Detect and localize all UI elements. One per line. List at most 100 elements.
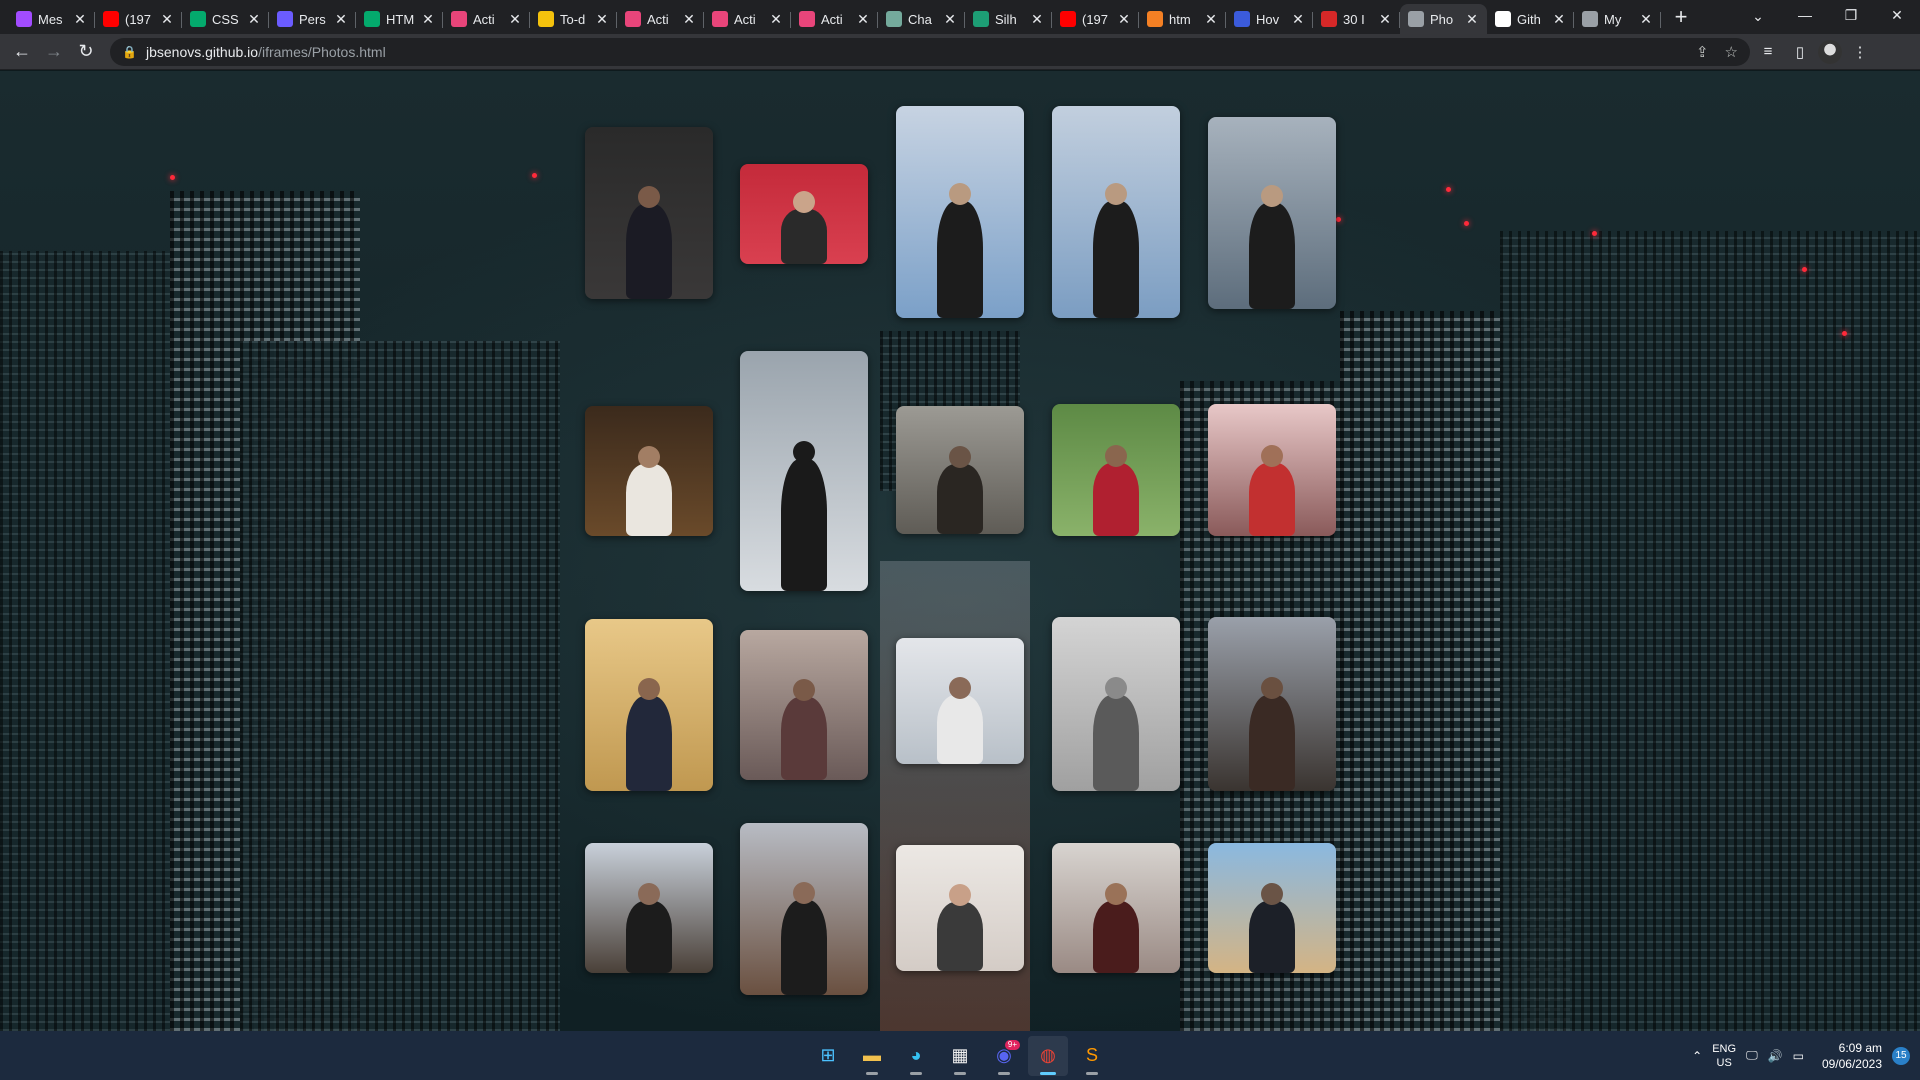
photo-tree-canopy[interactable] <box>1208 617 1336 791</box>
tab-close-icon[interactable]: ✕ <box>508 12 522 26</box>
new-tab-button[interactable]: + <box>1667 4 1695 32</box>
browser-tab[interactable]: (197 ✕ <box>1052 4 1139 34</box>
reading-list-icon[interactable]: ≡ <box>1754 38 1782 66</box>
tab-close-icon[interactable]: ✕ <box>769 12 783 26</box>
notification-count-badge[interactable]: 15 <box>1892 1046 1910 1065</box>
tab-close-icon[interactable]: ✕ <box>1204 12 1218 26</box>
network-icon[interactable]: 🖵 <box>1746 1048 1758 1063</box>
tab-close-icon[interactable]: ✕ <box>334 12 348 26</box>
photo-tree-night[interactable] <box>585 406 713 536</box>
browser-tab[interactable]: CSS ✕ <box>182 4 269 34</box>
file-explorer-app[interactable]: ▬ <box>852 1036 892 1076</box>
browser-tab[interactable]: Pers ✕ <box>269 4 356 34</box>
chrome-app[interactable]: ◍ <box>1028 1035 1068 1076</box>
browser-tab[interactable]: Acti ✕ <box>443 4 530 34</box>
windows-taskbar: ⊞ ▬ ◕ ▦ ◉ 9+ ◍ S ⌃ ENG US 🖵 🔊 ▭ 6:09 am 09/06/2… <box>0 1031 1920 1080</box>
volume-icon[interactable]: 🔊 <box>1768 1049 1783 1063</box>
browser-tab[interactable]: (197 ✕ <box>95 4 182 34</box>
photo-motorbike[interactable] <box>1208 843 1336 973</box>
restore-button[interactable]: ❐ <box>1828 0 1874 30</box>
battery-icon[interactable]: ▭ <box>1793 1049 1804 1063</box>
close-window-button[interactable]: ✕ <box>1874 0 1920 30</box>
bookmark-star-icon[interactable]: ☆ <box>1725 43 1738 61</box>
browser-tab[interactable]: Acti ✕ <box>704 4 791 34</box>
tab-close-icon[interactable]: ✕ <box>1117 12 1131 26</box>
tab-close-icon[interactable]: ✕ <box>943 12 957 26</box>
photo-tree-trunk-lake[interactable] <box>585 843 713 973</box>
tab-search-chevron-icon[interactable]: ⌄ <box>1744 4 1772 28</box>
language-indicator[interactable]: ENG US <box>1712 1042 1736 1070</box>
share-icon[interactable]: ⇪ <box>1696 43 1709 61</box>
tab-close-icon[interactable]: ✕ <box>247 12 261 26</box>
browser-tab[interactable]: Cha ✕ <box>878 4 965 34</box>
photo-group-red-wall[interactable] <box>740 164 868 264</box>
tab-close-icon[interactable]: ✕ <box>682 12 696 26</box>
person-figure <box>937 902 983 971</box>
tab-close-icon[interactable]: ✕ <box>73 12 87 26</box>
minimize-button[interactable]: — <box>1782 0 1828 30</box>
person-figure <box>626 204 672 299</box>
tab-close-icon[interactable]: ✕ <box>1552 12 1566 26</box>
person-head <box>1105 183 1127 205</box>
back-button[interactable]: ← <box>8 38 36 66</box>
browser-tab[interactable]: HTM ✕ <box>356 4 443 34</box>
photo-wall-dusk[interactable] <box>740 630 868 780</box>
browser-tab[interactable]: htm ✕ <box>1139 4 1226 34</box>
store-app[interactable]: ▦ <box>940 1036 980 1076</box>
red-beacon-light <box>170 175 175 180</box>
tab-close-icon[interactable]: ✕ <box>1639 12 1653 26</box>
photo-red-window[interactable] <box>1208 404 1336 536</box>
browser-tab[interactable]: To-d ✕ <box>530 4 617 34</box>
person-figure <box>626 901 672 973</box>
photo-guitar-seaside-1[interactable] <box>896 106 1024 318</box>
github-icon <box>1495 11 1511 27</box>
photo-boy-suit[interactable] <box>585 127 713 299</box>
browser-tab[interactable]: Mes ✕ <box>8 4 95 34</box>
photo-pole-seaside[interactable] <box>1208 117 1336 309</box>
forward-button[interactable]: → <box>40 38 68 66</box>
photo-greenery[interactable] <box>1052 404 1180 536</box>
photo-guitar-bw[interactable] <box>1052 617 1180 791</box>
tab-close-icon[interactable]: ✕ <box>1378 12 1392 26</box>
tab-close-icon[interactable]: ✕ <box>160 12 174 26</box>
browser-tab[interactable]: Silh ✕ <box>965 4 1052 34</box>
start-button[interactable]: ⊞ <box>808 1036 848 1076</box>
photo-selfie-glasses[interactable] <box>1052 843 1180 973</box>
browser-tab[interactable]: 30 I ✕ <box>1313 4 1400 34</box>
discord-app[interactable]: ◉ 9+ <box>984 1036 1024 1076</box>
browser-tab[interactable]: Pho ✕ <box>1400 4 1487 34</box>
person-head <box>793 441 815 463</box>
browser-tab[interactable]: My ✕ <box>1574 4 1661 34</box>
tab-strip: Mes ✕ (197 ✕ CSS ✕ Pers ✕ HTM ✕ Acti ✕ To-d ✕ Acti ✕ Act… <box>0 0 1920 34</box>
photo-sunset-mask[interactable] <box>896 406 1024 534</box>
tab-close-icon[interactable]: ✕ <box>1291 12 1305 26</box>
photo-window-stripes[interactable] <box>585 619 713 791</box>
browser-tab[interactable]: Acti ✕ <box>791 4 878 34</box>
reload-button[interactable]: ↻ <box>72 38 100 66</box>
photo-building-white[interactable] <box>896 638 1024 764</box>
clock[interactable]: 6:09 am 09/06/2023 <box>1822 1040 1882 1072</box>
photo-boy-pillow[interactable] <box>896 845 1024 971</box>
person-head <box>949 884 971 906</box>
browser-tab[interactable]: Hov ✕ <box>1226 4 1313 34</box>
tab-close-icon[interactable]: ✕ <box>856 12 870 26</box>
tab-title: Silh <box>995 11 1017 27</box>
tab-close-icon[interactable]: ✕ <box>1030 12 1044 26</box>
menu-kebab-icon[interactable]: ⋮ <box>1846 38 1874 66</box>
edge-app[interactable]: ◕ <box>896 1036 936 1076</box>
tab-close-icon[interactable]: ✕ <box>421 12 435 26</box>
lock-icon[interactable]: 🔒 <box>122 45 137 59</box>
browser-tab[interactable]: Gith ✕ <box>1487 4 1574 34</box>
tray-overflow-chevron-icon[interactable]: ⌃ <box>1692 1049 1702 1063</box>
person-head <box>638 678 660 700</box>
sublime-app[interactable]: S <box>1072 1036 1112 1076</box>
tab-close-icon[interactable]: ✕ <box>1465 12 1479 26</box>
side-panel-icon[interactable]: ▯ <box>1786 38 1814 66</box>
address-bar[interactable]: 🔒 jbsenovs.github.io/iframes/Photos.html… <box>110 37 1750 66</box>
tab-close-icon[interactable]: ✕ <box>595 12 609 26</box>
photo-tree-reflection[interactable] <box>740 823 868 995</box>
photo-guitar-seaside-2[interactable] <box>1052 106 1180 318</box>
profile-avatar[interactable] <box>1818 39 1842 64</box>
browser-tab[interactable]: Acti ✕ <box>617 4 704 34</box>
photo-silhouette-sea[interactable] <box>740 351 868 591</box>
